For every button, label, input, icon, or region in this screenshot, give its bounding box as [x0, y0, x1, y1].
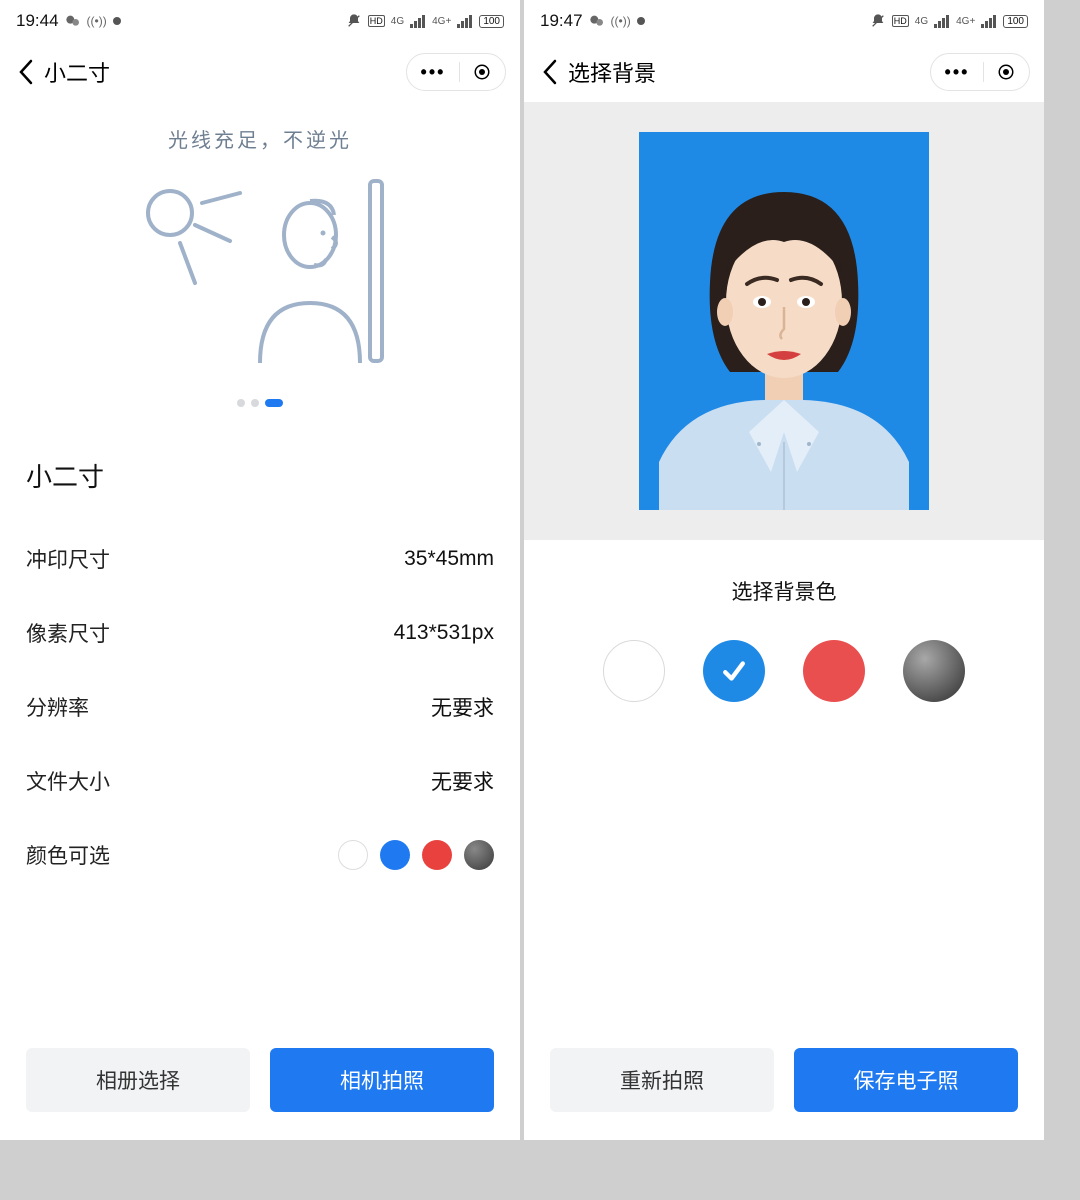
- bg-swatch-white[interactable]: [603, 640, 665, 702]
- hd-icon: HD: [892, 15, 909, 27]
- close-miniprogram-button[interactable]: [997, 63, 1015, 81]
- spec-row-dpi: 分辨率 无要求: [26, 670, 494, 744]
- status-bar: 19:44 ((•)) HD 4G 4G+ 100: [0, 0, 520, 42]
- camera-shoot-button[interactable]: 相机拍照: [270, 1048, 494, 1112]
- color-chip-white: [338, 840, 368, 870]
- pager-dot[interactable]: [237, 399, 245, 407]
- battery-icon: 100: [1003, 15, 1028, 28]
- section-title: 小二寸: [0, 457, 520, 494]
- signal-icon: [934, 14, 950, 28]
- battery-icon: 100: [479, 15, 504, 28]
- notification-dot-icon: [113, 17, 121, 25]
- mute-icon: [870, 13, 886, 29]
- portrait-illustration: [639, 132, 929, 510]
- bg-section-title: 选择背景色: [524, 576, 1044, 606]
- bg-swatch-blue[interactable]: [703, 640, 765, 702]
- spec-row-pixel: 像素尺寸 413*531px: [26, 596, 494, 670]
- bg-swatch-gradient[interactable]: [903, 640, 965, 702]
- spec-label: 像素尺寸: [26, 618, 110, 648]
- pager-dot-active[interactable]: [265, 399, 283, 407]
- bottom-bar: 重新拍照 保存电子照: [524, 1048, 1044, 1112]
- wechat-icon: [65, 13, 81, 29]
- mute-icon: [346, 13, 362, 29]
- bg-swatch-red[interactable]: [803, 640, 865, 702]
- status-bar: 19:47 ((•)) HD 4G 4G+ 100: [524, 0, 1044, 42]
- screen-size-spec: 19:44 ((•)) HD 4G 4G+ 100 小二寸 ••• 光: [0, 0, 520, 1140]
- wechat-icon: [589, 13, 605, 29]
- photo-preview-area: [524, 102, 1044, 540]
- spec-row-filesize: 文件大小 无要求: [26, 744, 494, 818]
- spec-value: 413*531px: [394, 621, 494, 645]
- spec-value: 35*45mm: [404, 547, 494, 571]
- spec-row-print: 冲印尺寸 35*45mm: [26, 522, 494, 596]
- miniprogram-capsule: •••: [930, 53, 1030, 91]
- screen-choose-bg: 19:47 ((•)) HD 4G 4G+ 100 选择背景 •••: [524, 0, 1044, 1140]
- spec-value: 无要求: [431, 692, 494, 722]
- nav-bar: 选择背景 •••: [524, 42, 1044, 102]
- check-icon: [703, 640, 765, 702]
- hd-icon: HD: [368, 15, 385, 27]
- status-time: 19:47: [540, 11, 583, 31]
- color-chip-red: [422, 840, 452, 870]
- miniprogram-capsule: •••: [406, 53, 506, 91]
- bottom-bar: 相册选择 相机拍照: [0, 1048, 520, 1112]
- hint-text: 光线充足，不逆光: [0, 124, 520, 153]
- signal-2-icon: [981, 14, 997, 28]
- page-title: 小二寸: [44, 56, 110, 88]
- album-select-button[interactable]: 相册选择: [26, 1048, 250, 1112]
- hotspot-icon: ((•)): [87, 14, 107, 28]
- network-4g-icon: 4G: [915, 16, 928, 27]
- spec-label: 颜色可选: [26, 840, 110, 870]
- color-chip-gradient: [464, 840, 494, 870]
- more-button[interactable]: •••: [421, 62, 446, 83]
- spec-value: 无要求: [431, 766, 494, 796]
- spec-row-colors: 颜色可选: [26, 818, 494, 892]
- signal-icon: [410, 14, 426, 28]
- network-4g-icon: 4G: [391, 16, 404, 27]
- back-button[interactable]: [18, 59, 34, 85]
- hotspot-icon: ((•)): [611, 14, 631, 28]
- back-button[interactable]: [542, 59, 558, 85]
- signal-2-icon: [457, 14, 473, 28]
- save-photo-button[interactable]: 保存电子照: [794, 1048, 1018, 1112]
- nav-bar: 小二寸 •••: [0, 42, 520, 102]
- status-time: 19:44: [16, 11, 59, 31]
- color-chip-list: [338, 840, 494, 870]
- more-button[interactable]: •••: [945, 62, 970, 83]
- bg-swatch-list: [524, 640, 1044, 702]
- spec-label: 文件大小: [26, 766, 110, 796]
- retake-button[interactable]: 重新拍照: [550, 1048, 774, 1112]
- pager-dot[interactable]: [251, 399, 259, 407]
- id-photo-preview[interactable]: [639, 132, 929, 510]
- spec-label: 分辨率: [26, 692, 89, 722]
- carousel-pager[interactable]: [0, 399, 520, 407]
- network-4g-plus-icon: 4G+: [432, 16, 451, 27]
- spec-label: 冲印尺寸: [26, 544, 110, 574]
- close-miniprogram-button[interactable]: [473, 63, 491, 81]
- color-chip-blue: [380, 840, 410, 870]
- page-title: 选择背景: [568, 56, 656, 88]
- notification-dot-icon: [637, 17, 645, 25]
- guide-illustration[interactable]: [0, 153, 520, 393]
- network-4g-plus-icon: 4G+: [956, 16, 975, 27]
- spec-list: 冲印尺寸 35*45mm 像素尺寸 413*531px 分辨率 无要求 文件大小…: [0, 522, 520, 892]
